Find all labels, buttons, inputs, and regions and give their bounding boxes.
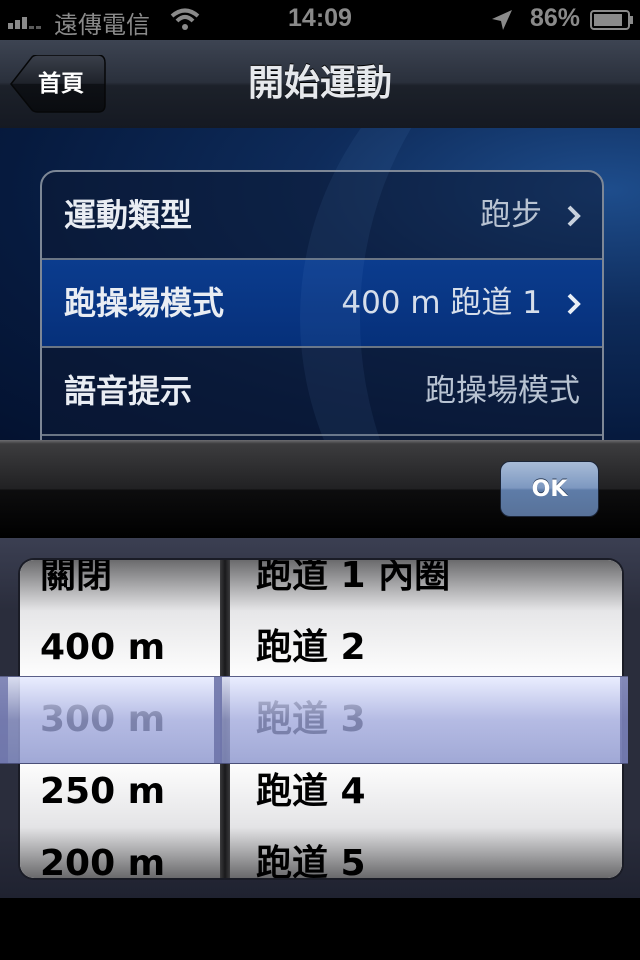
bottom-area: [0, 898, 640, 960]
chevron-right-icon: [567, 205, 581, 227]
picker-item[interactable]: 400 m: [40, 612, 165, 684]
picker-item[interactable]: 跑道 5: [256, 828, 366, 878]
row-value: 跑步: [480, 197, 542, 233]
picker-item[interactable]: 關閉: [40, 560, 112, 612]
settings-content: 運動類型 跑步 跑操場模式 400 m 跑道 1 語音提示 跑操場模式: [0, 128, 640, 440]
battery-percent: 86%: [530, 4, 581, 32]
location-icon: [492, 10, 512, 30]
picker-item[interactable]: 200 m: [40, 828, 165, 878]
ok-button[interactable]: OK: [500, 461, 599, 517]
picker-item[interactable]: 跑道 4: [256, 756, 366, 828]
status-bar: 遠傳電信 14:09 86%: [0, 0, 640, 40]
row-value: 跑操場模式: [425, 373, 580, 409]
picker-toolbar: OK: [0, 440, 640, 538]
chevron-right-icon: [567, 293, 581, 315]
picker-item[interactable]: 跑道 2: [256, 612, 366, 684]
row-label: 跑操場模式: [64, 284, 225, 322]
back-button-label: 首頁: [38, 71, 84, 97]
row-track-mode[interactable]: 跑操場模式 400 m 跑道 1: [42, 260, 602, 348]
picker-item[interactable]: 300 m: [40, 684, 165, 756]
wheel-divider: [220, 560, 230, 878]
row-label: 語音提示: [64, 372, 193, 410]
picker-view: 關閉 400 m 300 m 250 m 200 m 跑道 1 內圈 跑道 2 …: [0, 538, 640, 898]
picker-item[interactable]: 跑道 1 內圈: [256, 560, 450, 612]
selection-cap: [0, 677, 8, 763]
lane-wheel[interactable]: 跑道 1 內圈 跑道 2 跑道 3 跑道 4 跑道 5: [230, 560, 622, 878]
row-value: 400 m 跑道 1: [341, 285, 542, 321]
picker-item[interactable]: 跑道 3: [256, 684, 366, 756]
battery-icon: [590, 10, 633, 30]
distance-wheel[interactable]: 關閉 400 m 300 m 250 m 200 m: [20, 560, 220, 878]
settings-group: 運動類型 跑步 跑操場模式 400 m 跑道 1 語音提示 跑操場模式: [40, 170, 604, 440]
navigation-bar: 開始運動 首頁: [0, 40, 640, 129]
row-label: 運動類型: [64, 196, 193, 234]
picker-frame: 關閉 400 m 300 m 250 m 200 m 跑道 1 內圈 跑道 2 …: [20, 560, 622, 878]
picker-item[interactable]: 250 m: [40, 756, 165, 828]
row-exercise-type[interactable]: 運動類型 跑步: [42, 172, 602, 260]
row-voice-prompt[interactable]: 語音提示 跑操場模式: [42, 348, 602, 436]
back-button[interactable]: 首頁: [10, 55, 106, 113]
